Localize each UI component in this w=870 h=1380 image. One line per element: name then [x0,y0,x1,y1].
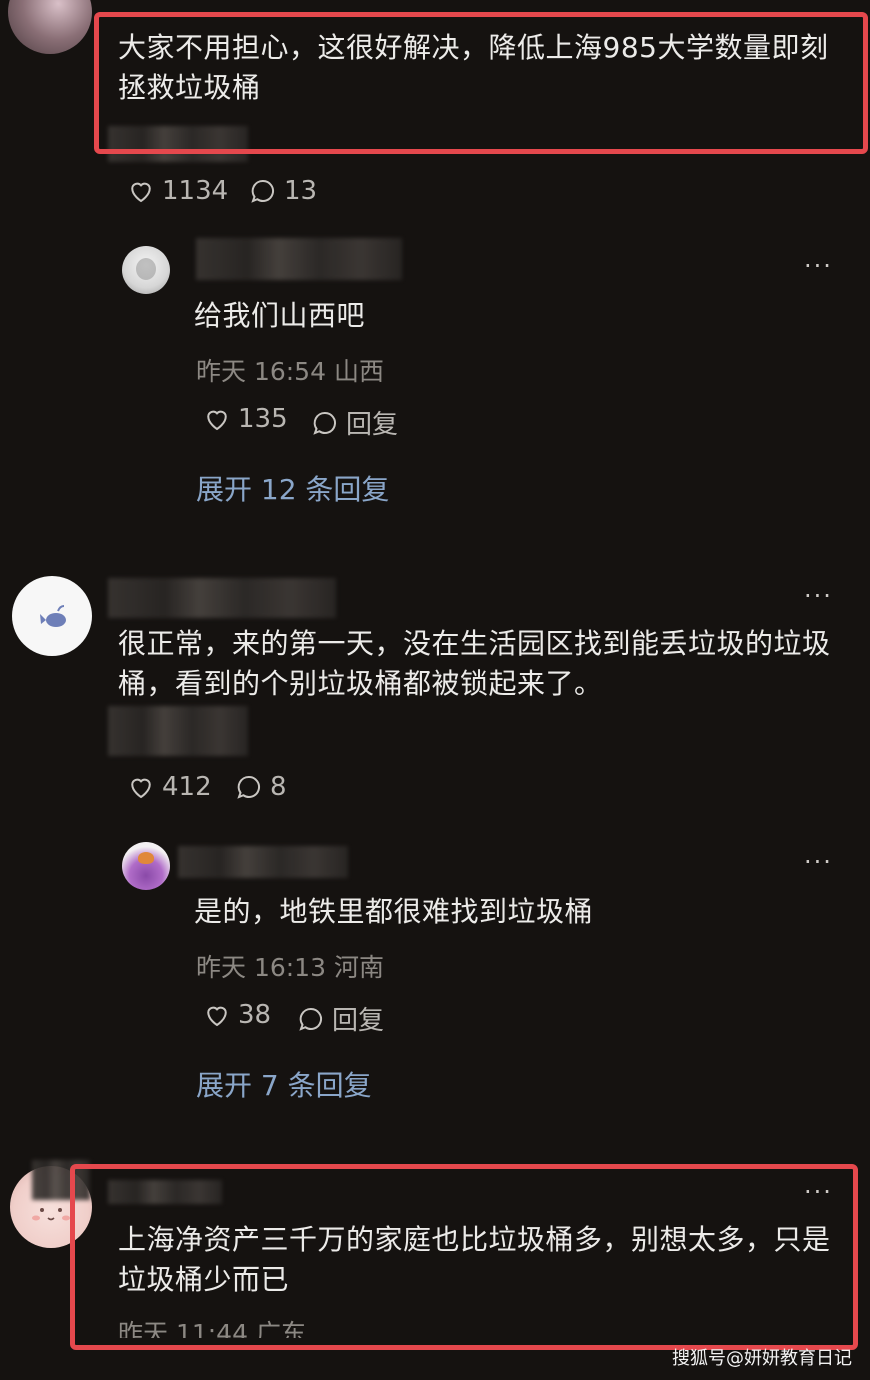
reply-text: 是的，地铁里都很难找到垃圾桶 [194,895,594,928]
speech-bubble-icon [310,408,340,438]
comment-text: 上海净资产三千万的家庭也比垃圾桶多，别想太多，只是垃圾桶少而已 [118,1223,831,1296]
avatar[interactable] [12,576,92,656]
reply-count-label: 8 [270,772,287,802]
speech-bubble-icon [296,1004,326,1034]
more-options-button[interactable]: ··· [804,1178,833,1206]
comment-text: 大家不用担心，这很好解决，降低上海985大学数量即刻拯救垃圾桶 [118,31,829,104]
expand-replies-link[interactable]: 展开 12 条回复 [196,468,389,508]
heart-icon [202,1000,232,1030]
reply-like-count-label: 38 [238,1000,272,1030]
reply-count-label: 13 [284,176,318,206]
reply-button-label: 回复 [332,1006,385,1036]
reply-meta: 昨天 16:13 河南 [196,953,384,982]
like-count-label: 412 [162,772,212,802]
comment-text: 很正常，来的第一天，没在生活园区找到能丢垃圾的垃圾桶，看到的个别垃圾桶都被锁起来… [118,627,831,700]
blurred-meta [108,126,248,162]
avatar[interactable] [122,842,170,890]
more-options-button[interactable]: ··· [804,252,833,280]
blurred-username [196,238,402,280]
blurred-username [108,1180,222,1204]
heart-icon [126,176,156,206]
like-count[interactable]: 412 [126,772,212,802]
reply-count[interactable]: 13 [248,176,317,206]
more-options-button[interactable]: ··· [804,582,833,610]
reply-text: 给我们山西吧 [194,299,366,332]
reply-meta: 昨天 16:54 山西 [196,357,384,386]
reply-like-count[interactable]: 135 [202,404,288,434]
blurred-username [108,578,336,618]
speech-bubble-icon [234,772,264,802]
avatar[interactable] [122,246,170,294]
reply-button[interactable]: 回复 [296,1000,384,1037]
reply-like-count[interactable]: 38 [202,1000,271,1030]
reply-count[interactable]: 8 [234,772,287,802]
speech-bubble-icon [248,176,278,206]
heart-icon [126,772,156,802]
like-count[interactable]: 1134 [126,176,228,206]
comment-meta: 昨天 11:44 广东 [118,1319,306,1338]
blurred-meta [108,706,248,756]
expand-replies-link[interactable]: 展开 7 条回复 [196,1064,372,1104]
blurred-username [32,1160,90,1200]
reply-like-count-label: 135 [238,404,288,434]
reply-button-label: 回复 [346,410,399,440]
more-options-button[interactable]: ··· [804,848,833,876]
watermark: 搜狐号@妍妍教育日记 [672,1348,852,1369]
whale-icon [40,605,66,627]
like-count-label: 1134 [162,176,229,206]
heart-icon [202,404,232,434]
blurred-username [178,846,348,878]
reply-button[interactable]: 回复 [310,404,398,441]
avatar[interactable] [8,0,92,54]
